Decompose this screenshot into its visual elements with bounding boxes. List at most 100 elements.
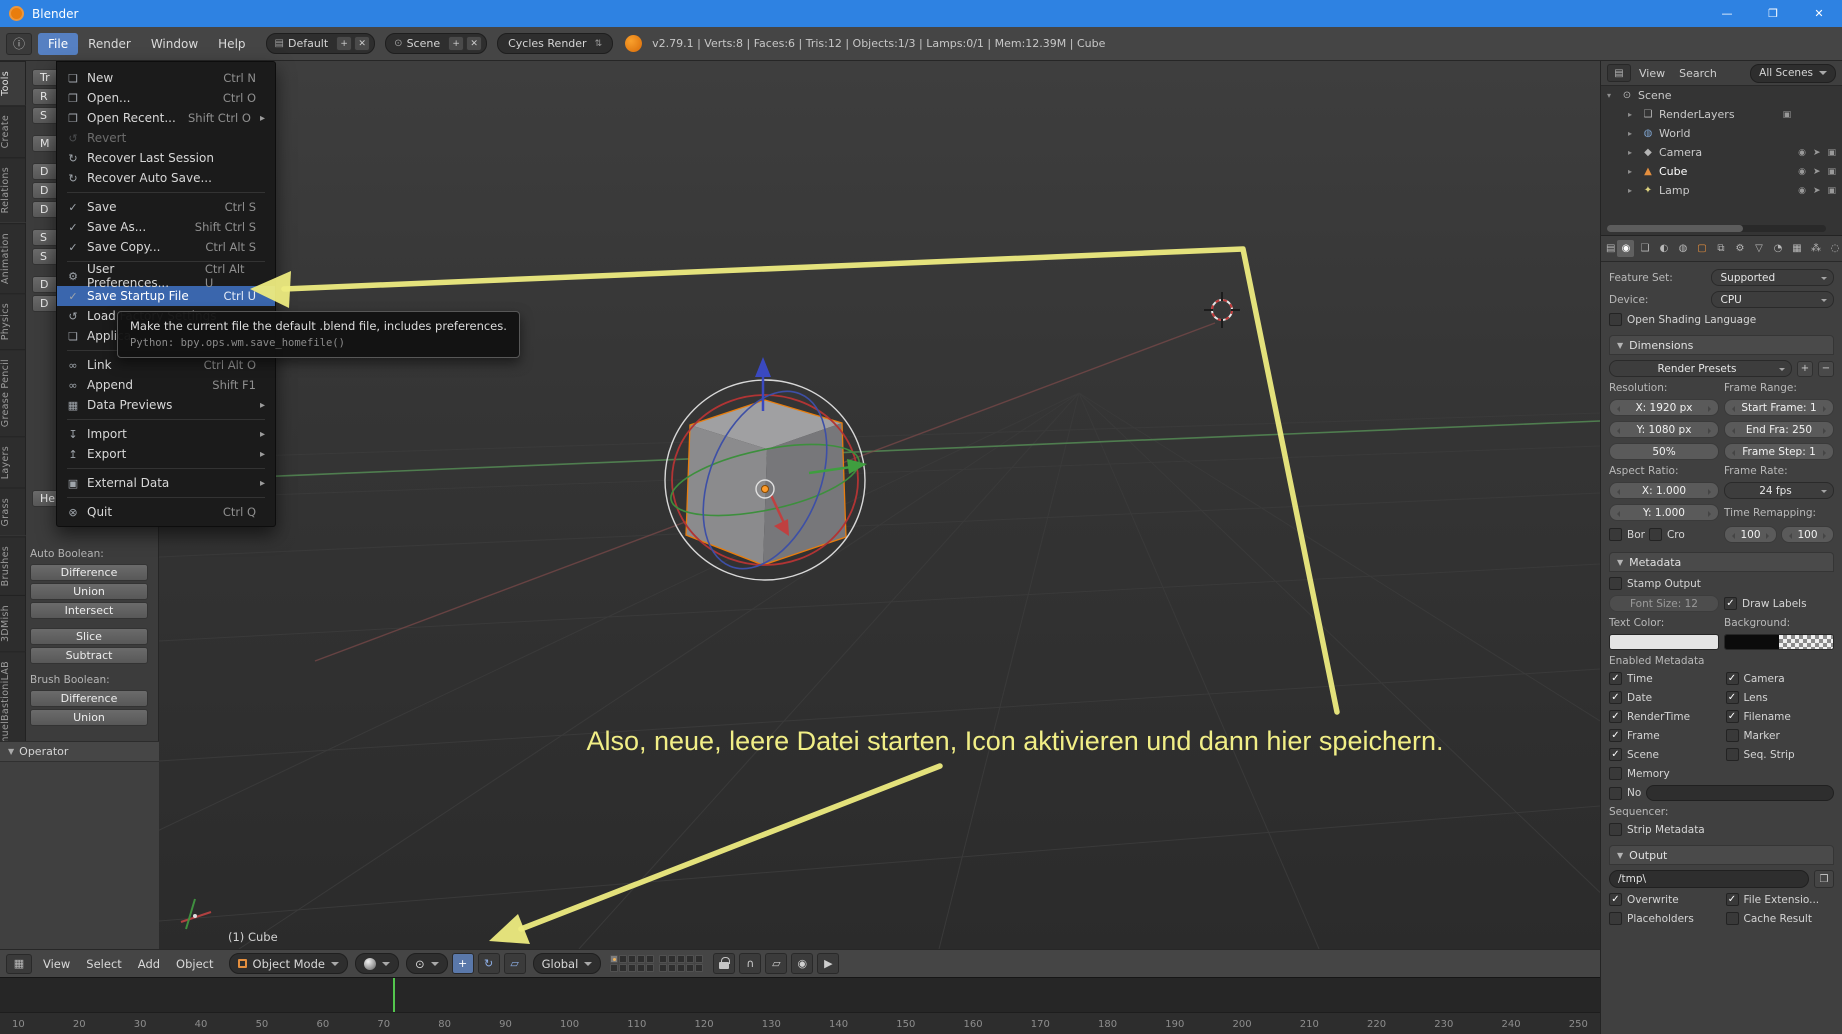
info-editor-icon[interactable]: ⓘ — [6, 32, 32, 55]
metadata-checkbox[interactable]: ✓ Marker — [1725, 729, 1835, 742]
file-menu-item[interactable] — [67, 468, 265, 469]
outliner-item-label[interactable]: Camera — [1659, 146, 1702, 159]
properties-editor-icon[interactable]: ▤ — [1606, 240, 1615, 257]
browse-folder-icon[interactable]: ❒ — [1814, 870, 1834, 888]
delete-scene-button[interactable]: ✕ — [466, 36, 483, 51]
visibility-eye-icon[interactable]: ◉ — [1798, 167, 1806, 177]
file-menu-item[interactable]: ❐ Open Recent... Shift Ctrl O ▸ — [57, 108, 275, 128]
screen-layout-selector[interactable]: ▤ Default + ✕ — [265, 33, 376, 54]
tool-shelf-tab[interactable]: Relations — [0, 157, 26, 223]
metadata-checkbox[interactable]: ✓ RenderTime — [1609, 710, 1718, 723]
viewport-menu[interactable]: View — [35, 954, 78, 974]
file-menu-item[interactable]: ⚙ User Preferences... Ctrl Alt U — [57, 262, 275, 290]
output-checkbox[interactable]: ✓ Cache Result — [1725, 912, 1835, 925]
render-tab-icon[interactable]: ◉ — [1617, 240, 1635, 257]
output-checkbox[interactable]: ✓ File Extensio... — [1725, 893, 1835, 906]
viewport-menu[interactable]: Object — [168, 954, 221, 974]
metadata-checkbox[interactable]: ✓ Scene — [1609, 748, 1718, 761]
file-menu-item[interactable]: ❐ Open... Ctrl O — [57, 88, 275, 108]
operator-panel-header[interactable]: ▼ Operator — [0, 742, 159, 762]
expander-icon[interactable]: ▸ — [1628, 129, 1637, 138]
feature-set-dropdown[interactable]: Supported — [1710, 269, 1834, 286]
time-remap-old-field[interactable]: 100 — [1724, 526, 1777, 543]
boolean-operation-button[interactable]: Union — [30, 583, 148, 600]
stamp-output-checkbox[interactable]: ✓ Stamp Output — [1609, 577, 1834, 590]
delete-layout-button[interactable]: ✕ — [354, 36, 371, 51]
add-scene-button[interactable]: + — [448, 36, 465, 51]
render-restrict-icon[interactable]: ▣ — [1827, 167, 1836, 177]
outliner-search-menu[interactable]: Search — [1673, 65, 1723, 82]
render-restrict-icon[interactable]: ▣ — [1827, 186, 1836, 196]
start-frame-field[interactable]: Start Frame: 1 — [1724, 399, 1834, 416]
menubar-menu[interactable]: Window — [141, 33, 208, 55]
tool-shelf-tab[interactable]: Grease Pencil — [0, 348, 26, 437]
render-toggle-icon[interactable]: ▣ — [1783, 110, 1792, 120]
selectability-arrow-icon[interactable]: ➤ — [1813, 186, 1821, 196]
file-menu-item[interactable]: ↺ Revert — [57, 128, 275, 148]
text-color-swatch[interactable] — [1609, 634, 1719, 650]
selectability-arrow-icon[interactable]: ➤ — [1813, 148, 1821, 158]
timeline[interactable]: 10 20 30 40 50 60 70 80 90 100 110 120 130 140 150 160 1… — [0, 977, 1600, 1034]
expander-icon[interactable]: ▸ — [1628, 110, 1637, 119]
boolean-operation-button[interactable]: Intersect — [30, 602, 148, 619]
add-preset-button[interactable]: + — [1797, 360, 1813, 377]
file-menu-item[interactable]: ✓ Save Startup File Ctrl U — [57, 286, 275, 306]
visibility-eye-icon[interactable]: ◉ — [1798, 186, 1806, 196]
file-menu-item[interactable]: ↻ Recover Last Session — [57, 148, 275, 168]
outliner-row[interactable]: ▸ ▲ Cube ◉ ➤ ▣ — [1601, 162, 1842, 181]
border-checkbox[interactable]: ✓ Bor — [1609, 528, 1645, 541]
viewport-menu[interactable]: Select — [78, 954, 129, 974]
scale-manipulator-icon[interactable]: ▱ — [503, 953, 526, 974]
viewport-editor-icon[interactable]: ▦ — [6, 953, 32, 974]
viewport-shading-selector[interactable] — [354, 953, 399, 974]
tool-shelf-tab[interactable]: Create — [0, 104, 26, 158]
menubar-menu[interactable]: Help — [208, 33, 255, 55]
metadata-checkbox[interactable]: ✓ Seq. Strip — [1725, 748, 1835, 761]
opengl-render-anim-icon[interactable]: ▶ — [817, 953, 840, 974]
snap-magnet-icon[interactable]: ∩ — [739, 953, 762, 974]
tool-shelf-tab[interactable]: Brushes — [0, 535, 26, 596]
file-menu-item[interactable]: ↥ Export ▸ — [57, 444, 275, 464]
metadata-checkbox[interactable]: ✓ Lens — [1725, 691, 1835, 704]
metadata-checkbox[interactable]: ✓ Time — [1609, 672, 1718, 685]
menubar-menu[interactable]: File — [38, 32, 79, 55]
modifiers-tab-icon[interactable]: ⚙ — [1731, 240, 1748, 257]
physics-tab-icon[interactable]: ◌ — [1826, 240, 1842, 257]
resolution-y-field[interactable]: Y: 1080 px — [1609, 421, 1719, 438]
outliner-row[interactable]: ▸ ◆ Camera ◉ ➤ ▣ — [1601, 143, 1842, 162]
background-color-swatch[interactable] — [1724, 634, 1834, 650]
tool-shelf-tab[interactable]: Physics — [0, 292, 26, 349]
outliner-item-label[interactable]: World — [1659, 127, 1691, 140]
device-dropdown[interactable]: CPU — [1710, 291, 1834, 308]
object-data-tab-icon[interactable]: ▽ — [1750, 240, 1767, 257]
output-section-header[interactable]: ▼ Output — [1609, 845, 1834, 865]
tool-shelf-tab[interactable]: Tools — [0, 61, 26, 105]
end-frame-field[interactable]: End Fra: 250 — [1724, 421, 1834, 438]
file-menu-item[interactable]: ∞ Link Ctrl Alt O — [57, 355, 275, 375]
opengl-render-still-icon[interactable]: ◉ — [791, 953, 814, 974]
maximize-button[interactable]: ❐ — [1750, 0, 1796, 27]
osl-checkbox[interactable]: ✓ Open Shading Language — [1609, 313, 1834, 326]
pivot-selector[interactable]: ⊙ — [405, 953, 448, 974]
file-menu-item[interactable]: ▣ External Data ▸ — [57, 473, 275, 493]
aspect-x-field[interactable]: X: 1.000 — [1609, 482, 1719, 499]
close-button[interactable]: ✕ — [1796, 0, 1842, 27]
render-restrict-icon[interactable]: ▣ — [1827, 148, 1836, 158]
texture-tab-icon[interactable]: ▦ — [1788, 240, 1805, 257]
selectability-arrow-icon[interactable]: ➤ — [1813, 167, 1821, 177]
expander-icon[interactable]: ▸ — [1628, 167, 1637, 176]
file-menu-item[interactable] — [67, 192, 265, 193]
crop-checkbox[interactable]: ✓ Cro — [1648, 528, 1685, 541]
outliner-view-menu[interactable]: View — [1633, 65, 1671, 82]
metadata-section-header[interactable]: ▼ Metadata — [1609, 552, 1834, 572]
material-tab-icon[interactable]: ◔ — [1769, 240, 1786, 257]
world-tab-icon[interactable]: ◍ — [1674, 240, 1691, 257]
note-text-input[interactable] — [1646, 785, 1834, 801]
add-layout-button[interactable]: + — [336, 36, 353, 51]
translate-manipulator-icon[interactable]: + — [451, 953, 474, 974]
boolean-operation-button[interactable]: Subtract — [30, 647, 148, 664]
tool-shelf-tab[interactable]: Animation — [0, 222, 26, 293]
remove-preset-button[interactable]: − — [1818, 360, 1834, 377]
render-engine-selector[interactable]: Cycles Render ⇅ — [497, 33, 614, 54]
expander-icon[interactable]: ▸ — [1628, 148, 1637, 157]
